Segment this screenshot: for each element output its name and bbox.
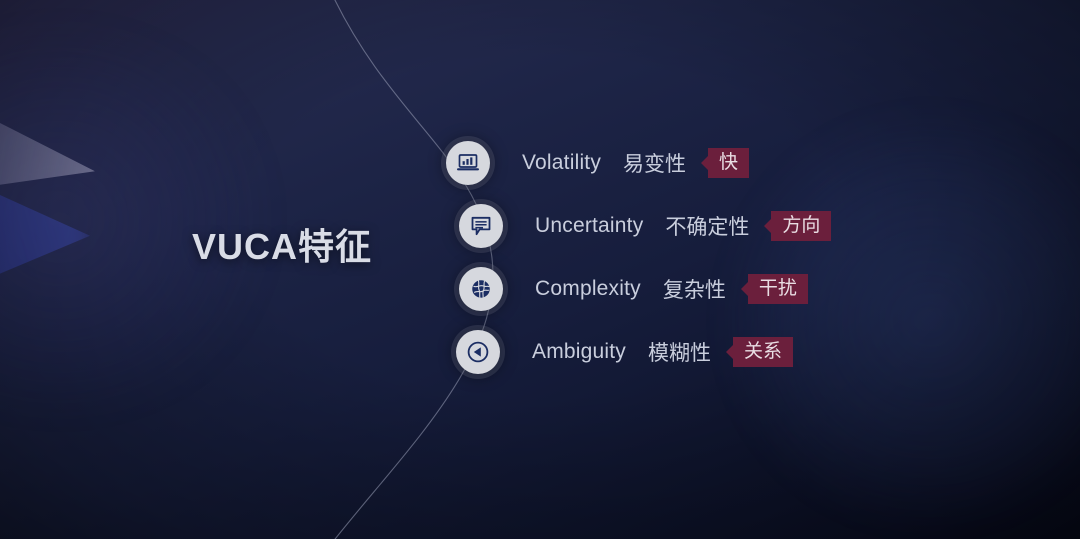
list-item[interactable]: Uncertainty 不确定性 方向 bbox=[459, 204, 832, 248]
list-item-text: Ambiguity 模糊性 关系 bbox=[532, 336, 794, 368]
list-item-text: Uncertainty 不确定性 方向 bbox=[535, 210, 832, 242]
status-badge: 关系 bbox=[733, 336, 794, 368]
list-item-label-zh: 模糊性 bbox=[648, 342, 712, 365]
slide-canvas: VUCA特征 Volatility 易变性 快 Uncertainty 不确定性… bbox=[0, 0, 1080, 539]
status-badge: 干扰 bbox=[747, 273, 808, 305]
status-badge: 方向 bbox=[771, 210, 832, 242]
list-item-label-zh: 易变性 bbox=[623, 153, 687, 176]
list-item-label-en: Volatility bbox=[522, 151, 602, 174]
list-item[interactable]: Ambiguity 模糊性 关系 bbox=[456, 330, 794, 374]
list-item-label-en: Uncertainty bbox=[535, 214, 644, 237]
list-item-text: Complexity 复杂性 干扰 bbox=[535, 273, 808, 305]
speech-bubble-icon bbox=[459, 204, 503, 248]
network-globe-icon bbox=[459, 267, 503, 311]
page-title: VUCA特征 bbox=[192, 226, 373, 267]
laptop-chart-icon bbox=[446, 141, 490, 185]
list-item-text: Volatility 易变性 快 bbox=[522, 147, 750, 179]
play-left-circle-icon bbox=[456, 330, 500, 374]
list-item-label-en: Complexity bbox=[535, 277, 641, 300]
status-badge: 快 bbox=[708, 147, 750, 179]
list-item[interactable]: Complexity 复杂性 干扰 bbox=[459, 267, 808, 311]
list-item-label-zh: 复杂性 bbox=[662, 279, 726, 302]
list-item-label-zh: 不确定性 bbox=[665, 216, 750, 239]
list-item[interactable]: Volatility 易变性 快 bbox=[446, 141, 750, 185]
list-item-label-en: Ambiguity bbox=[532, 340, 627, 363]
